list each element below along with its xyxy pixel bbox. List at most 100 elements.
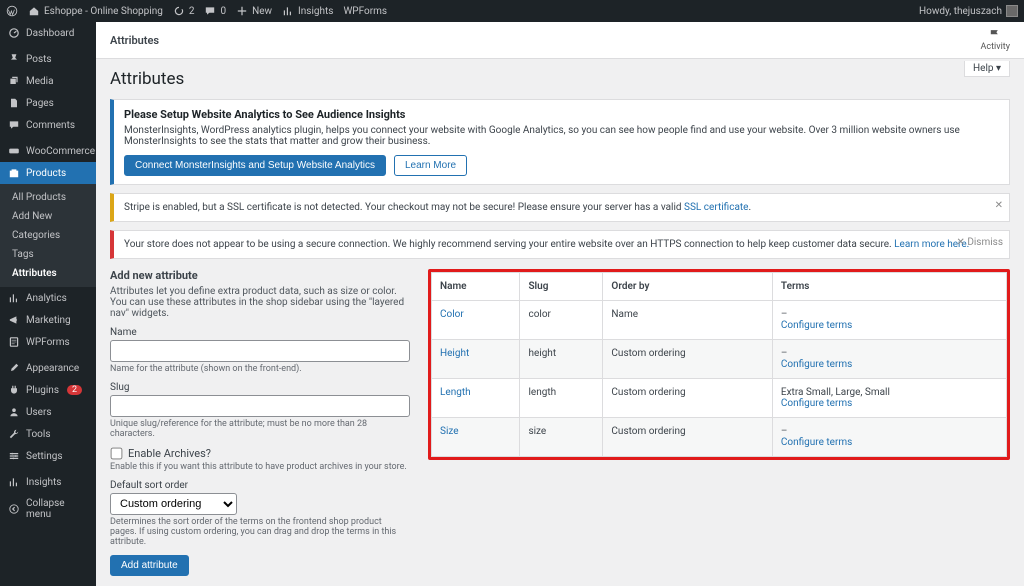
ssl-cert-link[interactable]: SSL certificate	[684, 202, 748, 213]
archives-help: Enable this if you want this attribute t…	[110, 462, 410, 472]
attributes-table: Name Slug Order by Terms Color color Nam…	[431, 272, 1007, 457]
stripe-notice: ✕ Stripe is enabled, but a SSL certifica…	[110, 193, 1010, 222]
new-link[interactable]: New	[236, 5, 272, 17]
ssl-dismiss-button[interactable]: ✕ Dismiss	[956, 237, 1003, 248]
flag-icon	[988, 28, 1002, 42]
page-title: Attributes	[110, 69, 1010, 89]
updates-count: 2	[189, 6, 195, 17]
content-area: Attributes Activity Help ▾ Attributes Pl…	[96, 22, 1024, 586]
configure-terms-link[interactable]: Configure terms	[781, 359, 998, 370]
updates-link[interactable]: 2	[173, 5, 195, 17]
th-terms: Terms	[772, 273, 1006, 301]
order-label: Default sort order	[110, 480, 410, 491]
sidebar-item-users[interactable]: Users	[0, 401, 96, 423]
help-tab[interactable]: Help ▾	[964, 61, 1010, 77]
table-row: Color color Name –Configure terms	[432, 301, 1007, 340]
wpforms-link[interactable]: WPForms	[343, 6, 387, 17]
configure-terms-link[interactable]: Configure terms	[781, 320, 998, 331]
pin-icon	[8, 53, 20, 65]
activity-button[interactable]: Activity	[981, 28, 1010, 52]
sidebar-item-posts[interactable]: Posts	[0, 48, 96, 70]
sidebar-item-appearance[interactable]: Appearance	[0, 357, 96, 379]
plug-icon	[8, 384, 20, 396]
form-intro: Attributes let you define extra product …	[110, 286, 410, 319]
products-submenu: All Products Add New Categories Tags Att…	[0, 184, 96, 287]
top-strip-title: Attributes	[110, 34, 159, 47]
chart-icon	[282, 5, 294, 17]
sidebar-item-marketing[interactable]: Marketing	[0, 309, 96, 331]
archives-checkbox[interactable]	[111, 448, 123, 460]
mi-learn-button[interactable]: Learn More	[394, 155, 467, 176]
insights-icon	[8, 476, 20, 488]
form-icon	[8, 336, 20, 348]
sub-all-products[interactable]: All Products	[0, 188, 96, 207]
th-slug: Slug	[520, 273, 603, 301]
sidebar-item-settings[interactable]: Settings	[0, 445, 96, 467]
add-attribute-button[interactable]: Add attribute	[110, 555, 189, 576]
admin-bar: Eshoppe - Online Shopping 2 0 New Insigh…	[0, 0, 1024, 22]
order-help: Determines the sort order of the terms o…	[110, 517, 410, 547]
ssl-notice: ✕ Dismiss Your store does not appear to …	[110, 230, 1010, 259]
order-select[interactable]: Custom ordering	[110, 493, 237, 515]
form-heading: Add new attribute	[110, 269, 410, 282]
attributes-table-highlight: Name Slug Order by Terms Color color Nam…	[428, 269, 1010, 460]
wordpress-icon	[6, 5, 18, 17]
sidebar-item-products[interactable]: Products	[0, 162, 96, 184]
sidebar-item-media[interactable]: Media	[0, 70, 96, 92]
sliders-icon	[8, 450, 20, 462]
sidebar-item-analytics[interactable]: Analytics	[0, 287, 96, 309]
media-icon	[8, 75, 20, 87]
mi-connect-button[interactable]: Connect MonsterInsights and Setup Websit…	[124, 155, 386, 176]
attr-name-link[interactable]: Height	[440, 348, 469, 359]
wrench-icon	[8, 428, 20, 440]
admin-sidebar: Dashboard Posts Media Pages Comments Woo…	[0, 22, 96, 586]
attr-name-link[interactable]: Color	[440, 309, 464, 320]
sub-tags[interactable]: Tags	[0, 245, 96, 264]
add-attribute-form: Add new attribute Attributes let you def…	[110, 269, 410, 576]
dashboard-icon	[8, 27, 20, 39]
sidebar-item-tools[interactable]: Tools	[0, 423, 96, 445]
monsterinsights-notice: Please Setup Website Analytics to See Au…	[110, 99, 1010, 185]
site-name: Eshoppe - Online Shopping	[44, 6, 163, 17]
stripe-dismiss-icon[interactable]: ✕	[995, 200, 1003, 211]
sidebar-item-comments[interactable]: Comments	[0, 114, 96, 136]
sidebar-item-dashboard[interactable]: Dashboard	[0, 22, 96, 44]
name-label: Name	[110, 327, 410, 338]
comment-icon	[8, 119, 20, 131]
sidebar-item-insights[interactable]: Insights	[0, 471, 96, 493]
configure-terms-link[interactable]: Configure terms	[781, 437, 998, 448]
analytics-icon	[8, 292, 20, 304]
configure-terms-link[interactable]: Configure terms	[781, 398, 998, 409]
sub-categories[interactable]: Categories	[0, 226, 96, 245]
plugins-badge: 2	[67, 385, 82, 395]
slug-input[interactable]	[110, 395, 410, 417]
table-row: Size size Custom ordering –Configure ter…	[432, 418, 1007, 457]
plus-icon	[236, 5, 248, 17]
collapse-icon	[8, 503, 20, 515]
slug-label: Slug	[110, 382, 410, 393]
th-name: Name	[432, 273, 520, 301]
avatar	[1006, 5, 1018, 17]
sidebar-item-pages[interactable]: Pages	[0, 92, 96, 114]
table-row: Length length Custom ordering Extra Smal…	[432, 379, 1007, 418]
sidebar-item-wpforms[interactable]: WPForms	[0, 331, 96, 353]
name-input[interactable]	[110, 340, 410, 362]
name-help: Name for the attribute (shown on the fro…	[110, 364, 410, 374]
site-name-link[interactable]: Eshoppe - Online Shopping	[28, 5, 163, 17]
woo-icon	[8, 145, 20, 157]
howdy-link[interactable]: Howdy, thejuszach	[919, 5, 1018, 17]
brush-icon	[8, 362, 20, 374]
sub-add-new[interactable]: Add New	[0, 207, 96, 226]
sidebar-collapse[interactable]: Collapse menu	[0, 493, 96, 525]
sub-attributes[interactable]: Attributes	[0, 264, 96, 283]
comments-link[interactable]: 0	[204, 5, 226, 17]
attr-name-link[interactable]: Size	[440, 426, 459, 437]
update-icon	[173, 5, 185, 17]
top-strip: Attributes Activity	[96, 22, 1024, 59]
attr-name-link[interactable]: Length	[440, 387, 471, 398]
sidebar-item-woocommerce[interactable]: WooCommerce	[0, 140, 96, 162]
wp-logo[interactable]	[6, 5, 18, 17]
insights-link[interactable]: Insights	[282, 5, 333, 17]
comments-count: 0	[220, 6, 226, 17]
sidebar-item-plugins[interactable]: Plugins2	[0, 379, 96, 401]
